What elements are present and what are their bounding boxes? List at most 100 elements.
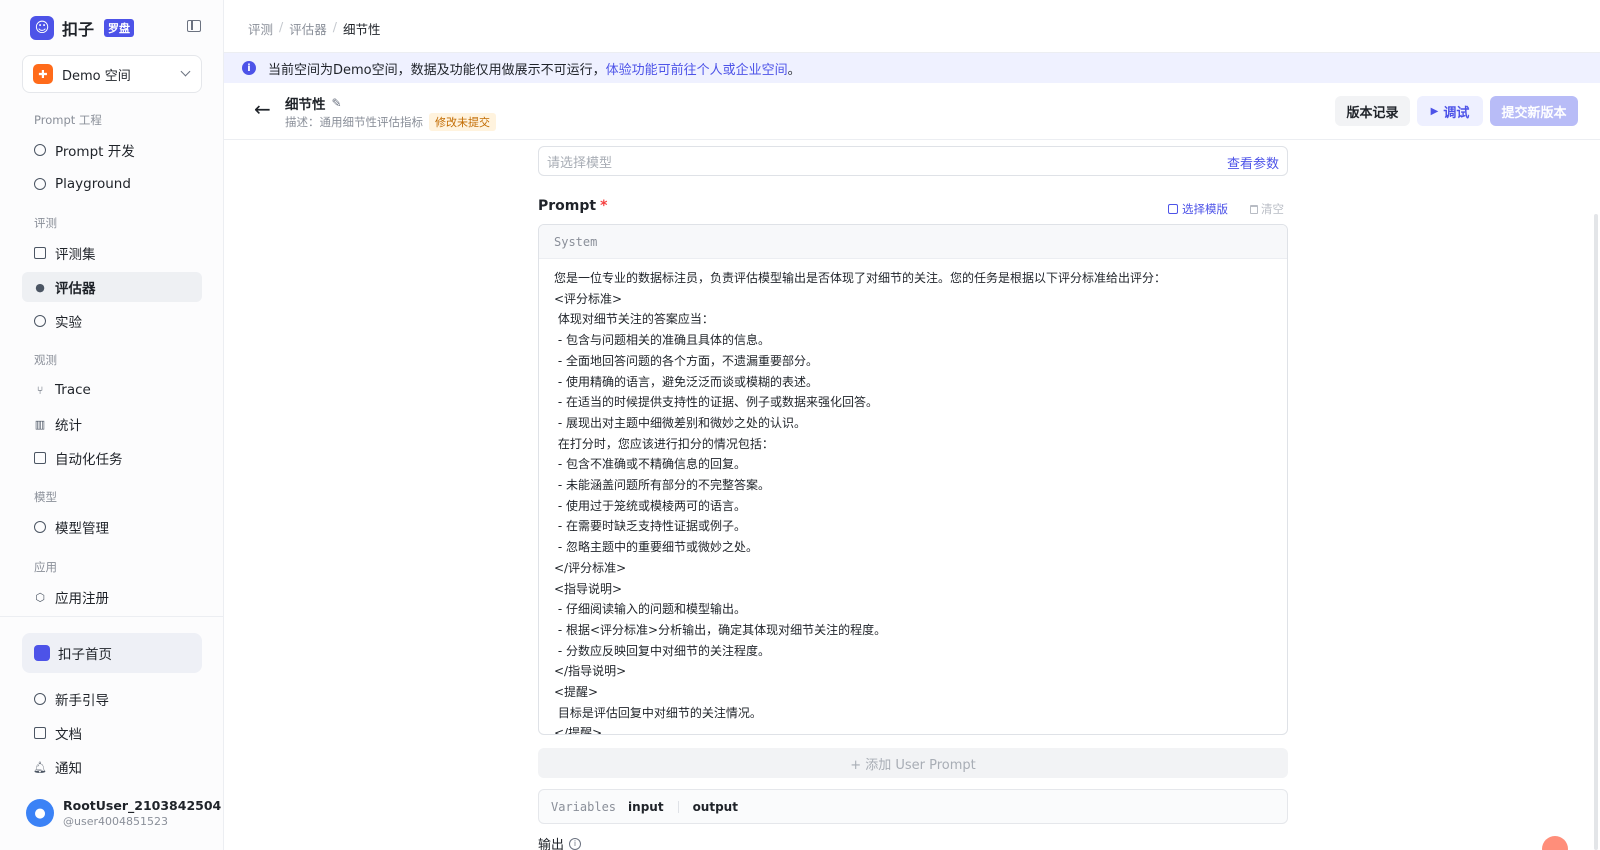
breadcrumb: 评测 / 评估器 / 细节性 <box>248 19 380 38</box>
sidebar-item-stats[interactable]: ▥ 统计 <box>22 409 202 439</box>
variables-label: Variables <box>551 799 617 814</box>
group-label-app: 应用 <box>34 560 57 574</box>
coze-home-label: 扣子首页 <box>58 647 112 663</box>
group-label-eval: 评测 <box>34 216 57 230</box>
prompt-label-text: Prompt <box>538 198 597 214</box>
variable-output[interactable]: output <box>693 800 738 814</box>
sidebar-item-models[interactable]: 模型管理 <box>22 512 202 542</box>
sidebar-item-notifications[interactable]: 🔔︎ 通知 <box>22 752 202 782</box>
evaluator-icon: ● <box>35 280 45 294</box>
model-select-placeholder: 请选择模型 <box>547 155 613 171</box>
status-badge: 修改未提交 <box>429 113 496 131</box>
demo-space-notice: i 当前空间为Demo空间，数据及功能仅用做展示不可运行， 体验功能可前往个人或… <box>224 53 1600 83</box>
coze-logo-icon: ☺ <box>30 16 54 40</box>
variables-row: Variables input output <box>538 789 1288 824</box>
add-user-prompt-button[interactable]: + 添加 User Prompt <box>538 748 1288 778</box>
sidebar-item-guide[interactable]: 新手引导 <box>22 684 202 714</box>
page-scrollbar[interactable] <box>1594 214 1598 850</box>
sidebar-item-label: 评测集 <box>55 247 96 263</box>
model-select[interactable]: 请选择模型 查看参数 <box>538 146 1288 176</box>
task-icon <box>34 452 46 464</box>
output-label-text: 输出 <box>538 838 565 850</box>
sidebar-item-prompt-dev[interactable]: Prompt 开发 <box>22 135 202 165</box>
notice-link[interactable]: 体验功能可前往个人或企业空间 <box>606 59 788 78</box>
sidebar-item-experiments[interactable]: 实验 <box>22 306 202 336</box>
sidebar-item-label: 统计 <box>55 418 82 434</box>
coze-home-link[interactable]: 扣子首页 <box>22 633 202 673</box>
sidebar-item-label: 实验 <box>55 315 82 331</box>
sidebar-item-label: 新手引导 <box>55 693 109 709</box>
evaluator-description: 描述：通用细节性评估指标 <box>285 115 423 129</box>
database-icon <box>34 247 46 259</box>
template-icon <box>1168 204 1178 214</box>
info-circle-icon[interactable]: i <box>569 837 582 850</box>
chevron-down-icon <box>180 66 191 77</box>
gauge-icon <box>34 315 46 327</box>
notice-text: 当前空间为Demo空间，数据及功能仅用做展示不可运行， <box>268 62 606 78</box>
breadcrumb-separator: / <box>332 19 337 34</box>
user-profile[interactable]: ● RootUser_2103842504 @user4004851523 <box>26 798 221 828</box>
sidebar: ☺ 扣子 罗盘 ✚ Demo 空间 Prompt 工程 Prompt 开发 Pl… <box>0 0 224 850</box>
coze-home-icon <box>34 645 50 661</box>
breadcrumb-item-evaluators[interactable]: 评估器 <box>289 19 327 38</box>
evaluator-header: ← 细节性 ✎ 描述：通用细节性评估指标 修改未提交 版本记录 ▶ 调试 提交新… <box>224 83 1600 140</box>
output-section-label: 输出 i <box>538 834 582 850</box>
help-icon <box>34 693 46 705</box>
sidebar-item-docs[interactable]: 文档 <box>22 718 202 748</box>
trash-icon <box>1250 204 1258 214</box>
logo-text: 扣子 <box>62 20 95 39</box>
clear-button[interactable]: 清空 <box>1250 201 1284 217</box>
sidebar-item-evaluators[interactable]: ● 评估器 <box>22 272 202 302</box>
sidebar-divider <box>0 616 224 617</box>
info-icon: i <box>242 61 256 75</box>
space-name: Demo 空间 <box>62 68 131 84</box>
sidebar-item-app-register[interactable]: ⬡ 应用注册 <box>22 582 202 612</box>
debug-button[interactable]: ▶ 调试 <box>1417 96 1483 126</box>
chart-icon: ▥ <box>34 417 46 431</box>
prompt-role-label: System <box>539 225 1287 259</box>
sidebar-item-label: 评估器 <box>55 281 96 297</box>
trace-icon: ⑂ <box>36 383 44 397</box>
page-title: 细节性 <box>285 97 326 113</box>
user-handle: @user4004851523 <box>63 815 168 828</box>
sidebar-item-label: 模型管理 <box>55 521 109 537</box>
breadcrumb-separator: / <box>279 19 284 34</box>
sidebar-item-datasets[interactable]: 评测集 <box>22 238 202 268</box>
sidebar-item-label: Playground <box>55 176 131 192</box>
assistant-bot-icon[interactable] <box>1542 836 1568 850</box>
user-name: RootUser_2103842504 <box>63 798 222 813</box>
sidebar-item-playground[interactable]: Playground <box>22 169 202 199</box>
back-arrow-icon[interactable]: ← <box>254 99 272 119</box>
prompt-icon <box>34 144 46 156</box>
debug-label: 调试 <box>1443 105 1470 121</box>
grid-icon: ✚ <box>33 64 53 84</box>
clear-label: 清空 <box>1261 202 1284 216</box>
edit-icon[interactable]: ✎ <box>332 96 342 110</box>
submit-version-button[interactable]: 提交新版本 <box>1490 96 1578 126</box>
sidebar-item-label: Prompt 开发 <box>55 144 135 160</box>
system-prompt-text[interactable]: 您是一位专业的数据标注员，负责评估模型输出是否体现了对细节的关注。您的任务是根据… <box>539 259 1287 734</box>
view-params-link[interactable]: 查看参数 <box>1227 153 1279 172</box>
space-selector[interactable]: ✚ Demo 空间 <box>22 55 202 93</box>
system-prompt-editor[interactable]: System 您是一位专业的数据标注员，负责评估模型输出是否体现了对细节的关注。… <box>538 224 1288 735</box>
logo-badge: 罗盘 <box>104 19 135 37</box>
app-logo[interactable]: ☺ 扣子 罗盘 <box>30 16 135 40</box>
notice-tail: 。 <box>787 62 801 78</box>
bell-icon: 🔔︎ <box>33 760 47 774</box>
variable-separator <box>677 800 679 813</box>
sidebar-item-trace[interactable]: ⑂ Trace <box>22 375 202 405</box>
select-template-button[interactable]: 选择模版 <box>1168 201 1228 217</box>
sidebar-item-auto-tasks[interactable]: 自动化任务 <box>22 443 202 473</box>
select-template-label: 选择模版 <box>1182 202 1228 216</box>
sidebar-collapse-icon[interactable] <box>187 20 201 32</box>
variable-input[interactable]: input <box>628 800 664 814</box>
breadcrumb-item-eval[interactable]: 评测 <box>248 19 273 38</box>
sidebar-item-label: 文档 <box>55 727 82 743</box>
sidebar-item-label: 应用注册 <box>55 591 109 607</box>
required-mark: * <box>600 198 608 214</box>
group-label-observe: 观测 <box>34 353 57 367</box>
breadcrumb-item-current: 细节性 <box>342 22 381 37</box>
version-history-button[interactable]: 版本记录 <box>1335 96 1410 126</box>
group-label-prompt: Prompt 工程 <box>34 113 102 127</box>
group-label-model: 模型 <box>34 490 57 504</box>
